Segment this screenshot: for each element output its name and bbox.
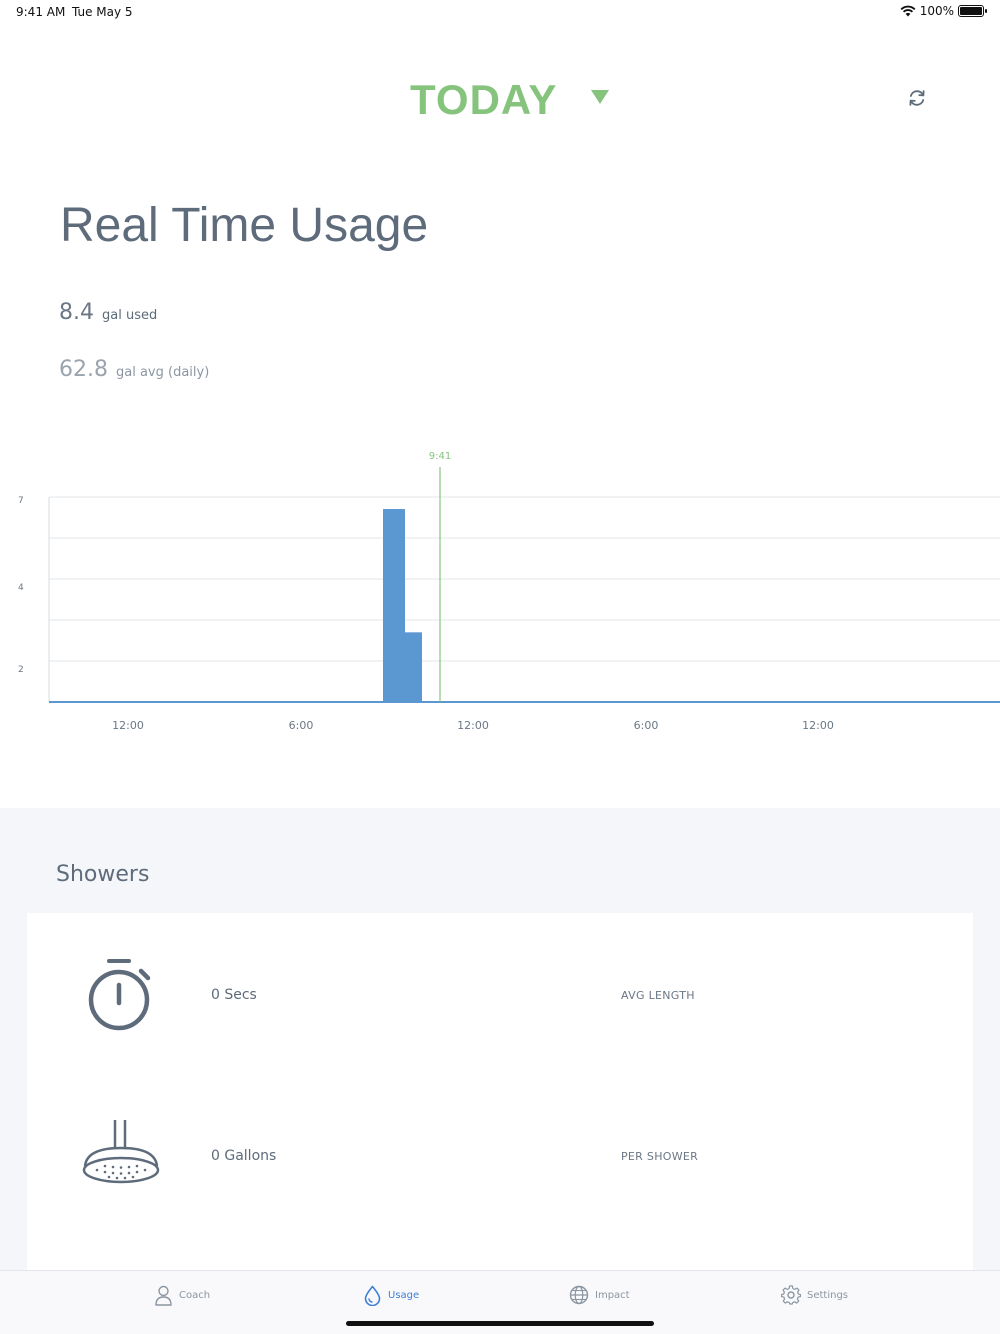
tab-usage-label: Usage [388,1290,420,1301]
battery-percent: 100% [919,4,954,18]
tab-coach[interactable]: Coach [154,1285,210,1306]
per-shower-row: 0 Gallons PER SHOWER [27,1108,973,1228]
x-tick-label: 6:00 [634,719,659,732]
current-time-label: 9:41 [429,451,451,462]
usage-screen: 9:41 AM Tue May 5 100% TODAY Real Time U… [0,0,1000,1334]
usage-chart-svg: 7 4 2 9:41 12:00 6:00 12:00 6:00 12:00 [18,451,1000,732]
refresh-icon[interactable] [906,87,928,109]
tab-impact-label: Impact [595,1289,630,1301]
per-shower-value: 0 Gallons [211,1148,277,1164]
gallons-used-unit: gal used [102,308,158,323]
status-indicators: 100% [900,4,987,18]
usage-bar [404,632,422,702]
home-indicator [346,1321,654,1326]
x-tick-label: 6:00 [289,719,314,732]
gallons-avg-value: 62.8 [59,357,108,382]
person-icon [155,1285,172,1306]
wifi-icon [900,5,916,17]
gallons-avg-unit: gal avg (daily) [115,365,210,380]
y-tick-label: 4 [18,583,24,593]
y-tick-label: 7 [18,496,24,506]
globe-icon [569,1285,589,1305]
tab-coach-label: Coach [179,1290,211,1301]
tab-settings[interactable]: Settings [781,1285,848,1305]
usage-chart[interactable]: 7 4 2 9:41 12:00 6:00 12:00 6:00 12:00 [0,440,1000,750]
showers-card: 0 Secs AVG LENGTH 0 Gallons PER SHOWER [27,913,973,1273]
avg-length-value: 0 Secs [211,987,257,1003]
status-bar: 9:41 AM Tue May 5 100% [0,0,1000,24]
gallons-avg-stat: 62.8 gal avg (daily) [59,357,209,382]
status-time: 9:41 AM [16,5,66,19]
period-title[interactable]: TODAY [410,76,557,124]
avg-length-row: 0 Secs AVG LENGTH [27,943,973,1063]
gallons-used-stat: 8.4 gal used [59,300,157,325]
showers-section: Showers 0 Secs AVG LENGTH 0 Gallons PER … [0,808,1000,1273]
status-date: Tue May 5 [72,5,133,19]
battery-icon [958,5,987,17]
stopwatch-icon [88,959,151,1031]
tab-usage[interactable]: Usage [363,1285,419,1306]
x-tick-label: 12:00 [457,719,489,732]
gallons-used-value: 8.4 [59,300,94,325]
water-drop-icon [364,1285,381,1306]
per-shower-label: PER SHOWER [621,1150,699,1163]
x-tick-label: 12:00 [112,719,144,732]
x-tick-label: 12:00 [802,719,834,732]
y-tick-label: 2 [18,665,24,675]
dropdown-triangle-icon[interactable] [591,90,609,104]
showers-title: Showers [56,862,150,887]
usage-bar [383,509,405,702]
battery-level [960,7,982,15]
tab-settings-label: Settings [807,1289,849,1301]
gear-icon [781,1285,801,1305]
avg-length-label: AVG LENGTH [621,989,695,1002]
section-title: Real Time Usage [60,199,429,252]
tab-impact[interactable]: Impact [569,1285,630,1305]
shower-head-icon [82,1120,160,1184]
